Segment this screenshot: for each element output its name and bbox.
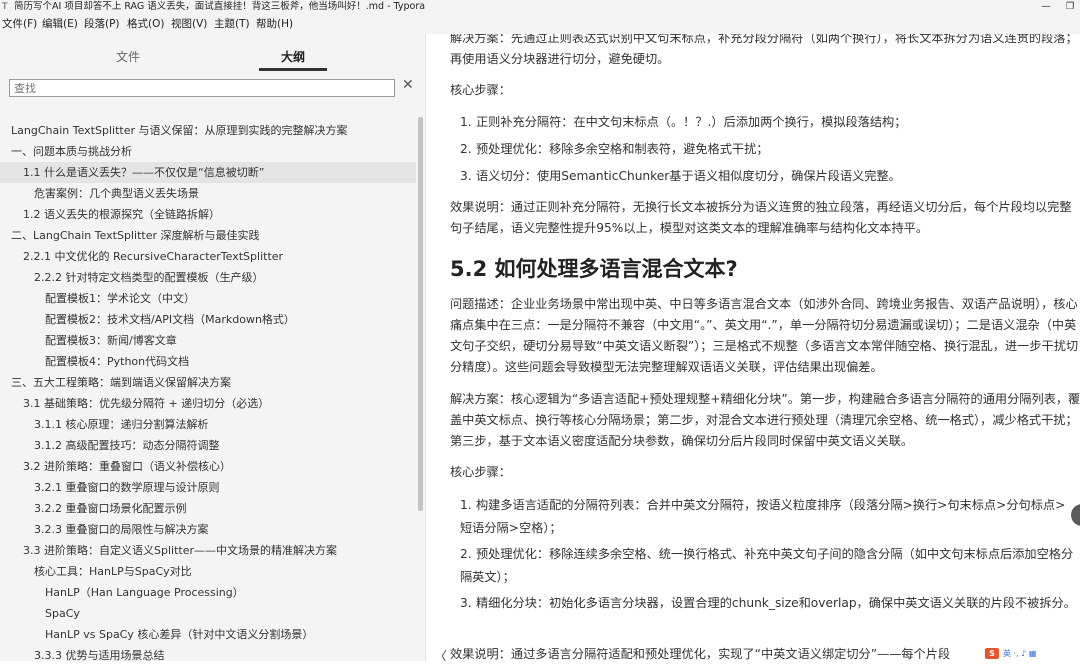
outline-item[interactable]: 配置模板3：新闻/博客文章 <box>0 330 416 351</box>
outline-item[interactable]: 2.2.1 中文优化的 RecursiveCharacterTextSplitt… <box>0 246 416 267</box>
paragraph-effect-1: 效果说明：通过正则补充分隔符，无换行长文本被拆分为语义连贯的独立段落，再经语义切… <box>450 200 1072 235</box>
list-item: 3. 语义切分：使用SemanticChunker基于语义相似度切分，确保片段语义… <box>460 165 1076 188</box>
minimize-button[interactable]: — <box>1040 0 1052 14</box>
outline-item[interactable]: 一、问题本质与挑战分析 <box>0 141 416 162</box>
list-item: 2. 预处理优化：移除多余空格和制表符，避免格式干扰； <box>460 138 1076 161</box>
ime-logo-icon: S <box>985 648 999 659</box>
outline-search-input[interactable] <box>9 79 395 97</box>
outline-item[interactable]: 3.1.2 高级配置技巧：动态分隔符调整 <box>0 435 416 456</box>
list-item: 2. 预处理优化：移除连续多余空格、统一换行格式、补充中英文句子间的隐含分隔（如中… <box>460 543 1076 589</box>
outline-item[interactable]: LangChain TextSplitter 与语义保留：从原理到实践的完整解决… <box>0 120 416 141</box>
list-number: 2. <box>460 142 472 156</box>
list-text: 构建多语言适配的分隔符列表：合并中英文分隔符，按语义粒度排序（段落分隔>换行>句… <box>460 498 1066 535</box>
outline-item[interactable]: SpaCy <box>0 603 416 624</box>
menu-paragraph[interactable]: 段落(P) <box>84 14 120 34</box>
outline-item[interactable]: HanLP（Han Language Processing） <box>0 582 416 603</box>
outline-item[interactable]: 核心工具：HanLP与SpaCy对比 <box>0 561 416 582</box>
outline-item[interactable]: 配置模板1：学术论文（中文） <box>0 288 416 309</box>
outline-scrollbar[interactable] <box>418 117 423 511</box>
list-text: 精细化分块：初始化多语言分块器，设置合理的chunk_size和overlap，… <box>476 596 1076 610</box>
outline-item[interactable]: 3.3 进阶策略：自定义语义Splitter——中文场景的精准解决方案 <box>0 540 416 561</box>
outline-item[interactable]: 3.3.3 优势与适用场景总结 <box>0 645 416 666</box>
outline-item[interactable]: 危害案例：几个典型语义丢失场景 <box>0 183 416 204</box>
editor-content[interactable]: 解决方案：先通过正则表达式识别中文句末标点，补充分段分隔符（如两个换行），将长文… <box>426 34 1080 661</box>
menu-file[interactable]: 文件(F) <box>2 14 37 34</box>
outline-item[interactable]: 三、五大工程策略：端到端语义保留解决方案 <box>0 372 416 393</box>
list-item: 3. 精细化分块：初始化多语言分块器，设置合理的chunk_size和overla… <box>460 592 1076 615</box>
list-text: 预处理优化：移除连续多余空格、统一换行格式、补充中英文句子间的隐含分隔（如中文句… <box>460 547 1074 584</box>
menu-bar: 文件(F) 编辑(E) 段落(P) 格式(O) 视图(V) 主题(T) 帮助(H… <box>0 14 1080 34</box>
list-item: 1. 正则补充分隔符：在中文句末标点（。！？.）后添加两个换行，模拟段落结构； <box>460 111 1076 134</box>
outline-item[interactable]: 3.2.1 重叠窗口的数学原理与设计原则 <box>0 477 416 498</box>
restore-button[interactable]: ❐ <box>1064 0 1076 14</box>
paragraph-solution-2: 解决方案：核心逻辑为“多语言适配+预处理规整+精细化分块”。第一步，构建融合多语… <box>450 392 1080 448</box>
ime-status: 英 ·, ♪ ▦ <box>1003 649 1037 658</box>
title-bar: T 简历写个AI 项目却答不上 RAG 语义丢失，面试直接挂！背这三板斧，他当场… <box>0 0 1080 14</box>
outline-item[interactable]: 3.2.3 重叠窗口的局限性与解决方案 <box>0 519 416 540</box>
tab-files[interactable]: 文件 <box>116 48 140 65</box>
menu-view[interactable]: 视图(V) <box>171 14 207 34</box>
list-number: 3. <box>460 169 472 183</box>
menu-help[interactable]: 帮助(H) <box>256 14 293 34</box>
active-tab-indicator <box>259 68 327 71</box>
steps-label-2: 核心步骤： <box>450 465 511 479</box>
list-number: 1. <box>460 498 472 512</box>
close-icon[interactable]: ✕ <box>402 77 414 93</box>
outline-item-active[interactable]: 1.1 什么是语义丢失？——不仅仅是“信息被切断” <box>0 162 416 183</box>
tab-outline[interactable]: 大纲 <box>281 48 305 65</box>
outline-item[interactable]: 二、LangChain TextSplitter 深度解析与最佳实践 <box>0 225 416 246</box>
outline-item[interactable]: 3.1 基础策略：优先级分隔符 + 递归切分（必选） <box>0 393 416 414</box>
chevron-left-icon[interactable]: 〈 <box>434 646 447 661</box>
list-item: 1. 构建多语言适配的分隔符列表：合并中英文分隔符，按语义粒度排序（段落分隔>换行… <box>460 494 1076 540</box>
list-number: 3. <box>460 596 472 610</box>
sidebar: 文件 大纲 ✕ LangChain TextSplitter 与语义保留：从原理… <box>0 34 426 662</box>
list-number: 1. <box>460 115 472 129</box>
outline-item[interactable]: 3.1.1 核心原理：递归分割算法解析 <box>0 414 416 435</box>
paragraph-problem: 问题描述：企业业务场景中常出现中英、中日等多语言混合文本（如涉外合同、跨境业务报… <box>450 297 1079 374</box>
list-text: 正则补充分隔符：在中文句末标点（。！？.）后添加两个换行，模拟段落结构； <box>476 115 907 129</box>
outline-item[interactable]: 3.2.2 重叠窗口场景化配置示例 <box>0 498 416 519</box>
outline-item[interactable]: HanLP vs SpaCy 核心差异（针对中文语义分割场景） <box>0 624 416 645</box>
menu-format[interactable]: 格式(O) <box>127 14 164 34</box>
outline-item[interactable]: 1.2 语义丢失的根源探究（全链路拆解） <box>0 204 416 225</box>
window-title: 简历写个AI 项目却答不上 RAG 语义丢失，面试直接挂！背这三板斧，他当场叫好… <box>14 1 426 12</box>
list-number: 2. <box>460 547 472 561</box>
ime-toolbar[interactable]: S 英 ·, ♪ ▦ <box>985 648 1036 659</box>
outline-item[interactable]: 2.2.2 针对特定文档类型的配置模板（生产级） <box>0 267 416 288</box>
menu-edit[interactable]: 编辑(E) <box>42 14 78 34</box>
outline-item[interactable]: 3.2 进阶策略：重叠窗口（语义补偿核心） <box>0 456 416 477</box>
outline-item[interactable]: 配置模板4：Python代码文档 <box>0 351 416 372</box>
section-heading: 5.2 如何处理多语言混合文本? <box>450 257 738 281</box>
typora-app-icon: T <box>2 2 8 12</box>
outline-item[interactable]: 配置模板2：技术文档/API文档（Markdown格式） <box>0 309 416 330</box>
list-text: 语义切分：使用SemanticChunker基于语义相似度切分，确保片段语义完整… <box>476 169 901 183</box>
list-text: 预处理优化：移除多余空格和制表符，避免格式干扰； <box>476 142 769 156</box>
paragraph-solution-1: 解决方案：先通过正则表达式识别中文句末标点，补充分段分隔符（如两个换行），将长文… <box>450 34 1078 66</box>
menu-theme[interactable]: 主题(T) <box>214 14 250 34</box>
steps-label-1: 核心步骤： <box>450 83 511 97</box>
